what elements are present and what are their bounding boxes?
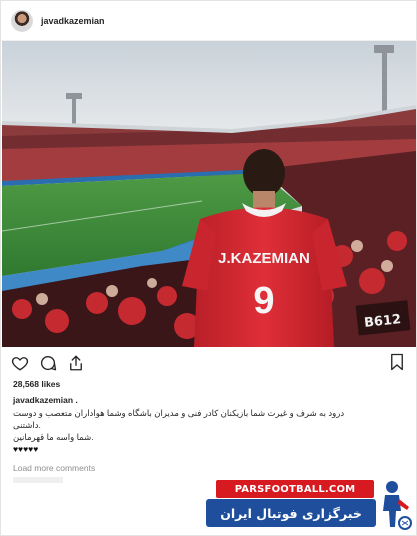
save-button[interactable]	[388, 353, 406, 371]
watermark-url: PARSFOOTBALL.COM	[216, 480, 374, 498]
action-bar	[11, 353, 85, 373]
share-button[interactable]	[67, 354, 85, 372]
heart-icon	[11, 357, 29, 371]
bookmark-icon	[391, 353, 403, 371]
share-icon	[70, 355, 82, 371]
caption-line: .داشتنی	[13, 420, 41, 430]
like-button[interactable]	[11, 354, 29, 372]
instagram-post-card: javadkazemian J.KAZEMIAN 9 B612 28,568 l…	[0, 0, 417, 536]
likes-count[interactable]: 28,568 likes	[13, 379, 60, 389]
watermark-tagline: خبرگزاری فوتبال ایران	[206, 499, 376, 527]
avatar[interactable]	[11, 9, 33, 32]
load-more-comments-link[interactable]: Load more comments	[13, 463, 95, 473]
comment-button[interactable]	[39, 354, 57, 372]
caption-line: .شما واسه ما قهرمانین	[13, 432, 94, 442]
caption-line: درود به شرف و غیرت شما بازیکنان کادر فنی…	[13, 408, 345, 418]
comment-icon	[40, 355, 57, 371]
football-player-logo	[383, 481, 412, 530]
caption-hearts: ♥♥♥♥♥	[13, 444, 39, 454]
caption-text: درود به شرف و غیرت شما بازیکنان کادر فنی…	[13, 407, 404, 455]
caption-username[interactable]: javadkazemian .	[13, 395, 78, 405]
parsfootball-watermark: PARSFOOTBALL.COM خبرگزاری فوتبال ایران	[206, 477, 413, 533]
jersey-name: J.KAZEMIAN	[218, 250, 310, 267]
post-photo[interactable]: J.KAZEMIAN 9 B612	[2, 41, 416, 347]
truncated-comment	[13, 477, 63, 483]
post-header: javadkazemian	[1, 1, 417, 41]
fan-banner: B612	[355, 300, 411, 336]
post-username[interactable]: javadkazemian	[41, 16, 105, 26]
jersey-number: 9	[253, 280, 274, 322]
stadium-photo: J.KAZEMIAN 9 B612	[2, 41, 416, 347]
